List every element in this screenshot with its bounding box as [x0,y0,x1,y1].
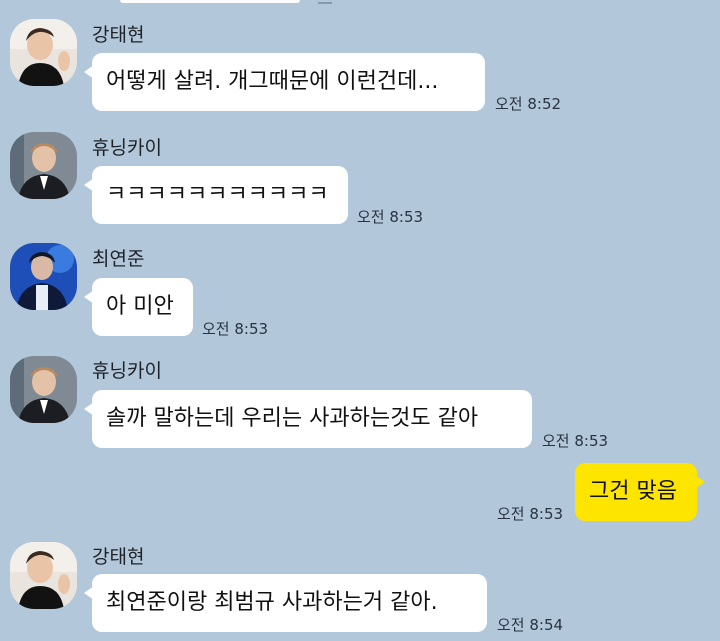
profile-photo [10,132,77,199]
sender-name: 휴닝카이 [92,137,162,159]
sender-name: 최연준 [92,248,145,270]
avatar-huening-kai[interactable] [10,132,77,199]
sender-name: 강태현 [92,24,145,46]
message-bubble[interactable]: 솔까 말하는데 우리는 사과하는것도 같아 [84,390,532,448]
profile-photo [10,243,77,310]
profile-photo [10,356,77,423]
message-time: 오전 8:53 [357,208,424,226]
message-time: 오전 8:53 [202,320,269,338]
avatar-kang-taehyun[interactable] [10,19,77,86]
message-time: 오전 8:53 [542,432,609,450]
sender-name: 휴닝카이 [92,360,162,382]
message-bubble[interactable]: 아 미안 [84,278,193,336]
profile-photo [10,19,77,86]
my-message-bubble[interactable]: 그건 맞음 [575,463,705,521]
previous-time-edge [318,0,332,4]
message-time: 오전 8:53 [497,505,564,523]
avatar-choi-yeonjun[interactable] [10,243,77,310]
message-bubble[interactable]: 최연준이랑 최범규 사과하는거 같아. [84,574,487,632]
message-bubble[interactable]: ㅋㅋㅋㅋㅋㅋㅋㅋㅋㅋㅋ [84,166,348,224]
profile-photo [10,542,77,609]
avatar-kang-taehyun[interactable] [10,542,77,609]
message-time: 오전 8:54 [497,616,564,634]
avatar-huening-kai[interactable] [10,356,77,423]
sender-name: 강태현 [92,546,145,568]
message-time: 오전 8:52 [495,95,562,113]
previous-message-edge [120,0,300,3]
message-bubble[interactable]: 어떻게 살려. 개그때문에 이런건데... [84,53,485,111]
